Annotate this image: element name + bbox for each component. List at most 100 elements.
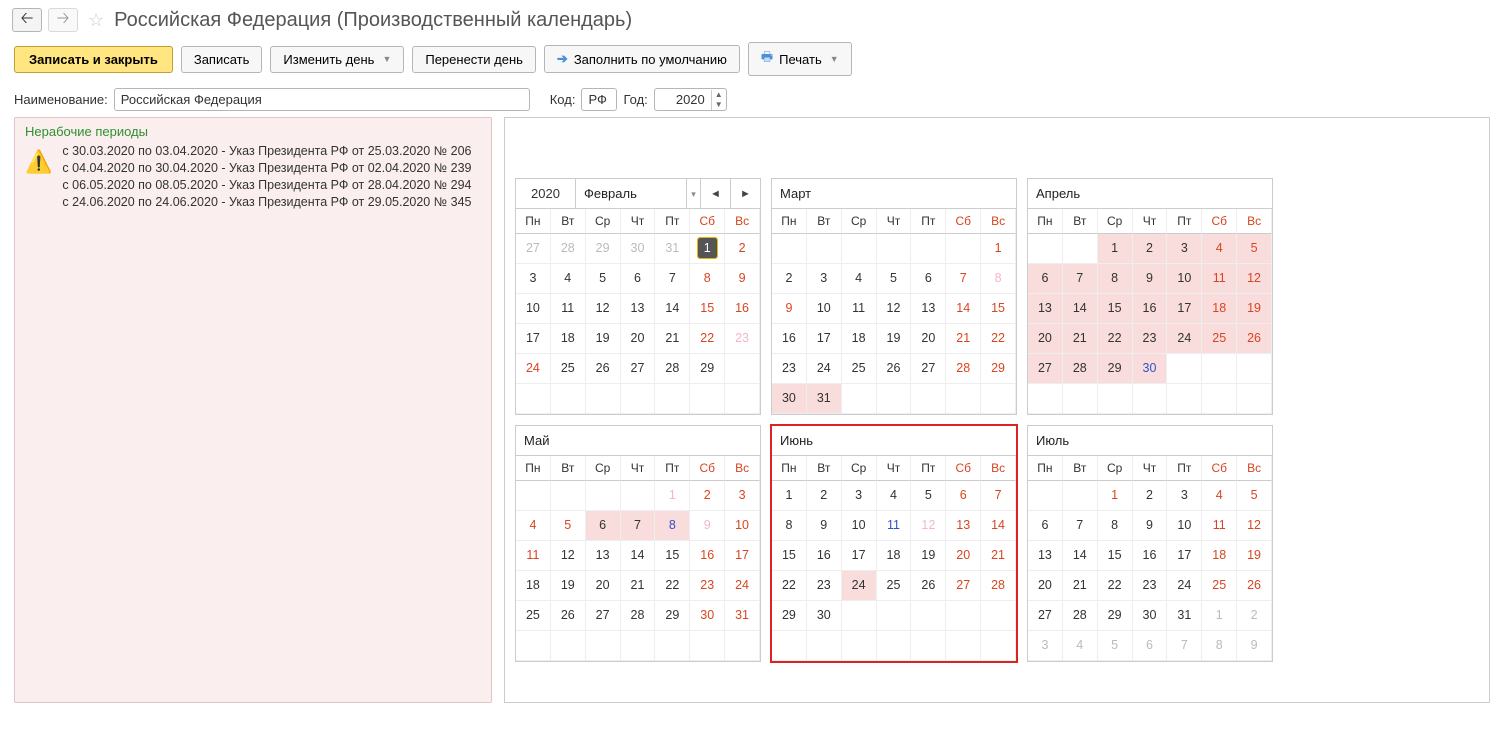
day-cell[interactable]: 14 xyxy=(981,511,1016,541)
code-input[interactable] xyxy=(581,88,617,111)
day-cell[interactable]: 18 xyxy=(1202,294,1237,324)
day-cell[interactable]: 10 xyxy=(842,511,877,541)
day-cell[interactable]: 21 xyxy=(621,571,656,601)
day-cell[interactable]: 29 xyxy=(1098,354,1133,384)
day-cell[interactable]: 3 xyxy=(1167,234,1202,264)
day-cell[interactable]: 18 xyxy=(1202,541,1237,571)
day-cell[interactable]: 18 xyxy=(551,324,586,354)
day-cell[interactable]: 2 xyxy=(725,234,760,264)
day-cell[interactable]: 9 xyxy=(1133,511,1168,541)
day-cell[interactable]: 28 xyxy=(946,354,981,384)
fill-default-button[interactable]: ➔Заполнить по умолчанию xyxy=(544,45,740,73)
day-cell[interactable]: 9 xyxy=(772,294,807,324)
day-cell[interactable]: 1 xyxy=(655,481,690,511)
day-cell[interactable]: 30 xyxy=(772,384,807,414)
day-cell[interactable]: 13 xyxy=(1028,294,1063,324)
day-cell[interactable]: 13 xyxy=(1028,541,1063,571)
day-cell[interactable]: 3 xyxy=(725,481,760,511)
day-cell[interactable]: 26 xyxy=(877,354,912,384)
day-cell[interactable]: 19 xyxy=(911,541,946,571)
day-cell[interactable]: 11 xyxy=(516,541,551,571)
day-cell[interactable]: 23 xyxy=(690,571,725,601)
day-cell[interactable]: 15 xyxy=(1098,541,1133,571)
day-cell[interactable]: 12 xyxy=(877,294,912,324)
day-cell[interactable]: 17 xyxy=(516,324,551,354)
day-cell[interactable]: 21 xyxy=(1063,571,1098,601)
day-cell[interactable]: 19 xyxy=(877,324,912,354)
day-cell[interactable]: 27 xyxy=(1028,354,1063,384)
day-cell[interactable]: 30 xyxy=(1133,601,1168,631)
day-cell[interactable]: 11 xyxy=(1202,511,1237,541)
day-cell[interactable]: 9 xyxy=(807,511,842,541)
change-day-button[interactable]: Изменить день▼ xyxy=(270,46,404,73)
day-cell[interactable]: 29 xyxy=(690,354,725,384)
day-cell[interactable]: 12 xyxy=(911,511,946,541)
day-cell[interactable]: 28 xyxy=(621,601,656,631)
day-cell[interactable]: 4 xyxy=(516,511,551,541)
day-cell[interactable]: 16 xyxy=(725,294,760,324)
month-next-button[interactable]: ► xyxy=(730,179,760,208)
day-cell[interactable]: 29 xyxy=(772,601,807,631)
day-cell[interactable]: 7 xyxy=(1063,264,1098,294)
day-cell[interactable]: 25 xyxy=(842,354,877,384)
day-cell[interactable]: 17 xyxy=(725,541,760,571)
day-cell[interactable]: 29 xyxy=(1098,601,1133,631)
day-cell[interactable]: 20 xyxy=(911,324,946,354)
day-cell[interactable]: 7 xyxy=(981,481,1016,511)
day-cell[interactable]: 24 xyxy=(516,354,551,384)
day-cell[interactable]: 2 xyxy=(807,481,842,511)
day-cell[interactable]: 18 xyxy=(842,324,877,354)
day-cell[interactable]: 26 xyxy=(1237,324,1272,354)
day-cell[interactable]: 27 xyxy=(1028,601,1063,631)
day-cell[interactable]: 22 xyxy=(1098,571,1133,601)
day-cell[interactable]: 13 xyxy=(586,541,621,571)
day-cell[interactable]: 4 xyxy=(551,264,586,294)
day-cell[interactable]: 28 xyxy=(981,571,1016,601)
day-cell[interactable]: 30 xyxy=(690,601,725,631)
day-cell[interactable]: 10 xyxy=(1167,264,1202,294)
day-cell[interactable]: 20 xyxy=(621,324,656,354)
day-cell[interactable]: 31 xyxy=(1167,601,1202,631)
move-day-button[interactable]: Перенести день xyxy=(412,46,536,73)
day-cell[interactable]: 3 xyxy=(516,264,551,294)
day-cell[interactable]: 21 xyxy=(655,324,690,354)
day-cell[interactable]: 26 xyxy=(586,354,621,384)
day-cell[interactable]: 26 xyxy=(551,601,586,631)
day-cell[interactable]: 9 xyxy=(1133,264,1168,294)
day-cell[interactable]: 4 xyxy=(877,481,912,511)
day-cell[interactable]: 24 xyxy=(725,571,760,601)
day-cell[interactable]: 7 xyxy=(1063,511,1098,541)
month-dropdown-icon[interactable]: ▾ xyxy=(686,179,700,208)
day-cell[interactable]: 14 xyxy=(1063,294,1098,324)
day-cell[interactable]: 13 xyxy=(621,294,656,324)
day-cell[interactable]: 11 xyxy=(1202,264,1237,294)
day-cell[interactable]: 19 xyxy=(1237,541,1272,571)
day-cell[interactable]: 26 xyxy=(911,571,946,601)
day-cell[interactable]: 15 xyxy=(690,294,725,324)
day-cell[interactable]: 21 xyxy=(981,541,1016,571)
day-cell[interactable]: 28 xyxy=(1063,354,1098,384)
day-cell[interactable]: 28 xyxy=(655,354,690,384)
day-cell[interactable]: 6 xyxy=(1133,631,1168,661)
name-input[interactable] xyxy=(114,88,530,111)
day-cell[interactable]: 22 xyxy=(690,324,725,354)
day-cell[interactable]: 1 xyxy=(1202,601,1237,631)
day-cell[interactable]: 29 xyxy=(655,601,690,631)
save-close-button[interactable]: Записать и закрыть xyxy=(14,46,173,73)
day-cell[interactable]: 25 xyxy=(516,601,551,631)
day-cell[interactable]: 8 xyxy=(1202,631,1237,661)
day-cell[interactable]: 31 xyxy=(725,601,760,631)
day-cell[interactable]: 8 xyxy=(981,264,1016,294)
day-cell[interactable]: 6 xyxy=(621,264,656,294)
nav-forward-button[interactable]: 🡢 xyxy=(48,8,78,32)
year-up-button[interactable]: ▲ xyxy=(712,90,726,100)
day-cell[interactable]: 5 xyxy=(1098,631,1133,661)
day-cell[interactable]: 29 xyxy=(981,354,1016,384)
day-cell[interactable]: 23 xyxy=(772,354,807,384)
day-cell[interactable]: 19 xyxy=(551,571,586,601)
day-cell[interactable]: 15 xyxy=(655,541,690,571)
day-cell[interactable]: 17 xyxy=(1167,541,1202,571)
day-cell[interactable]: 22 xyxy=(981,324,1016,354)
favorite-star-icon[interactable]: ☆ xyxy=(88,10,104,31)
day-cell[interactable]: 7 xyxy=(1167,631,1202,661)
